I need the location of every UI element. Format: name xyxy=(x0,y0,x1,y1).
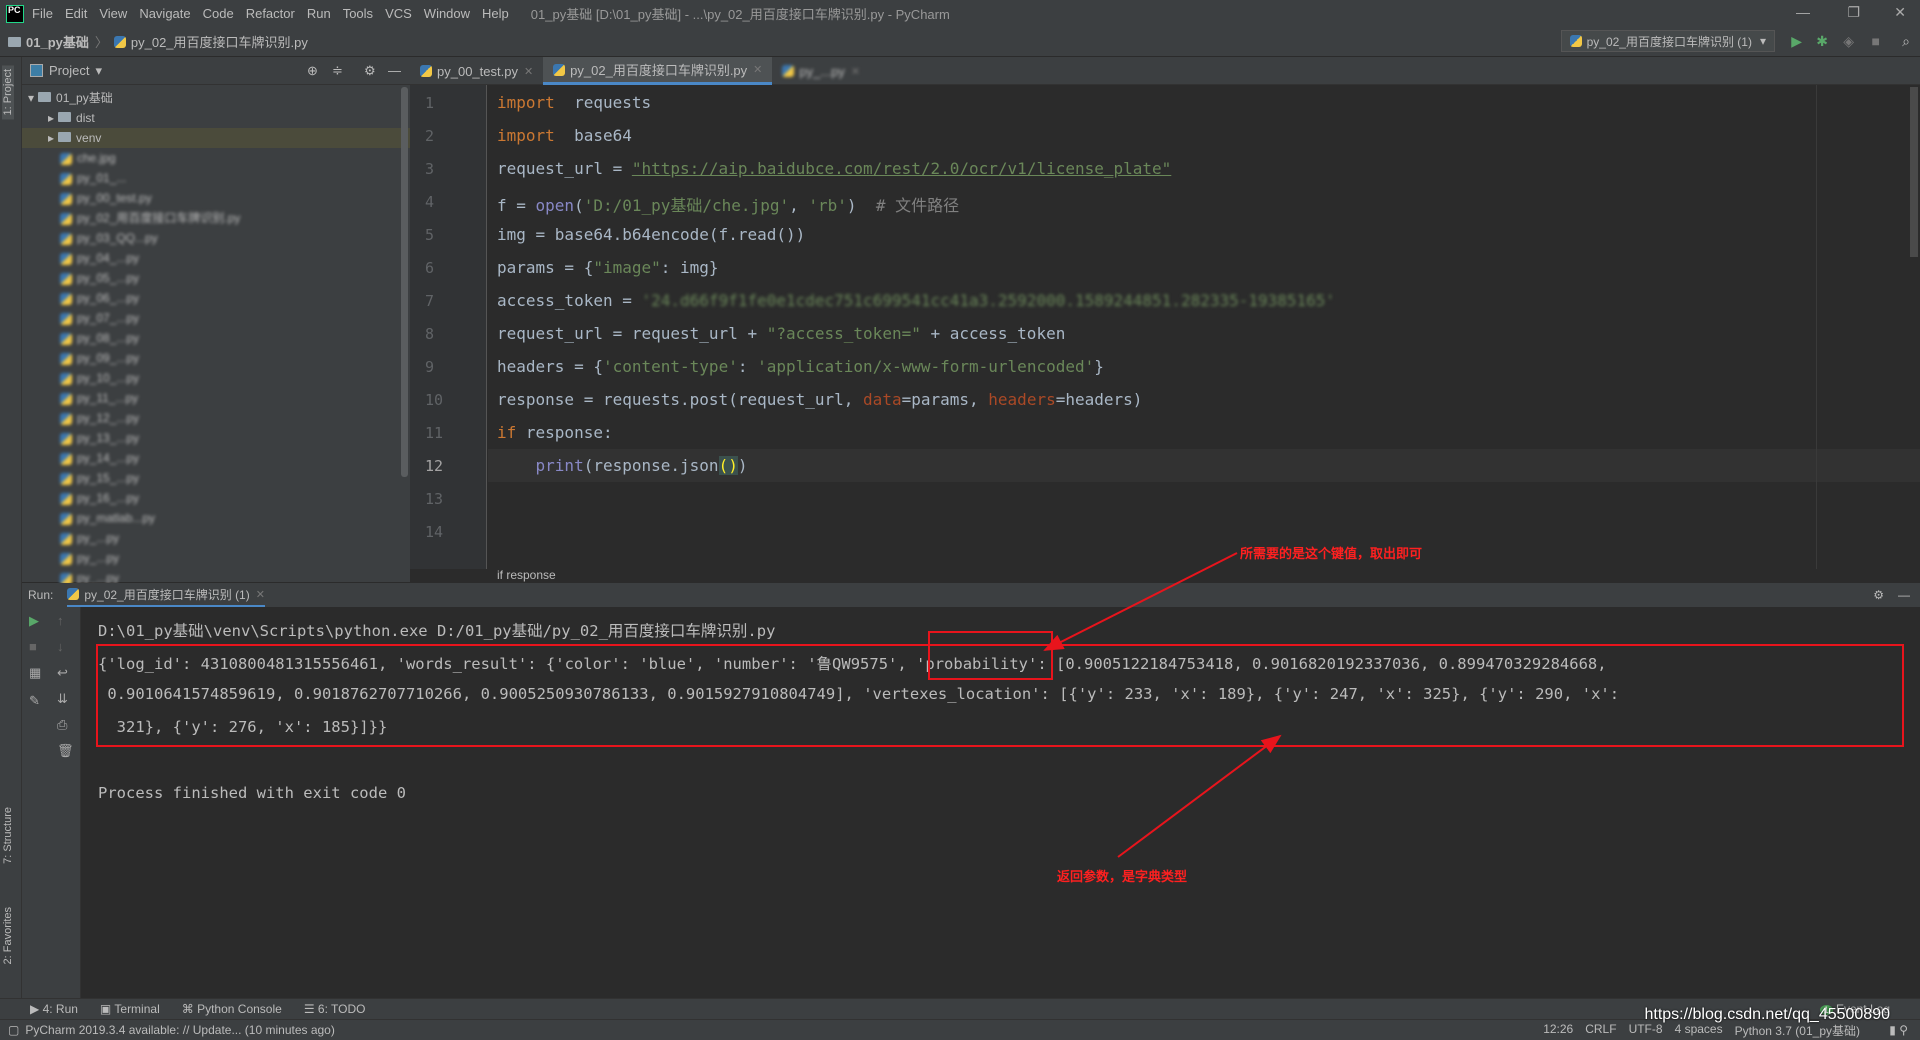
annotation-arrows xyxy=(1043,552,1282,858)
tool-tab-todo[interactable]: ☰ 6: TODO xyxy=(304,1002,366,1016)
annotation-return-note: 返回参数，是字典类型 xyxy=(1057,869,1188,884)
line-separator[interactable]: CRLF xyxy=(1585,1022,1616,1039)
bottom-tool-bar: ▶ 4: Run ▣ Terminal ⌘ Python Console ☰ 6… xyxy=(0,998,1920,1019)
annotation-key-note: 所需要的是这个键值，取出即可 xyxy=(1240,546,1423,561)
caret-position[interactable]: 12:26 xyxy=(1543,1022,1573,1039)
status-message[interactable]: PyCharm 2019.3.4 available: // Update...… xyxy=(25,1023,335,1037)
status-bar: ▢ PyCharm 2019.3.4 available: // Update.… xyxy=(0,1006,1920,1040)
arrow-to-result xyxy=(1117,734,1282,858)
tool-tab-label: Python Console xyxy=(197,1002,282,1016)
file-encoding[interactable]: UTF-8 xyxy=(1629,1022,1663,1039)
tool-tab-label: 4: Run xyxy=(42,1002,78,1016)
indent-setting[interactable]: 4 spaces xyxy=(1675,1022,1723,1039)
arrow-to-number xyxy=(1043,552,1238,651)
tool-tab-run[interactable]: ▶ 4: Run xyxy=(30,1002,78,1016)
status-icon: ▢ xyxy=(8,1023,20,1037)
watermark: https://blog.csdn.net/qq_45500890 xyxy=(1644,1006,1890,1023)
lock-icon[interactable]: ▮ ⚲ xyxy=(1889,1023,1908,1037)
python-interpreter[interactable]: Python 3.7 (01_py基础) xyxy=(1735,1022,1860,1039)
tool-tab-label: 6: TODO xyxy=(317,1002,366,1016)
tool-tab-label: Terminal xyxy=(114,1002,160,1016)
tool-tab-terminal[interactable]: ▣ Terminal xyxy=(100,1002,160,1016)
tool-tab-python-console[interactable]: ⌘ Python Console xyxy=(182,1002,282,1016)
